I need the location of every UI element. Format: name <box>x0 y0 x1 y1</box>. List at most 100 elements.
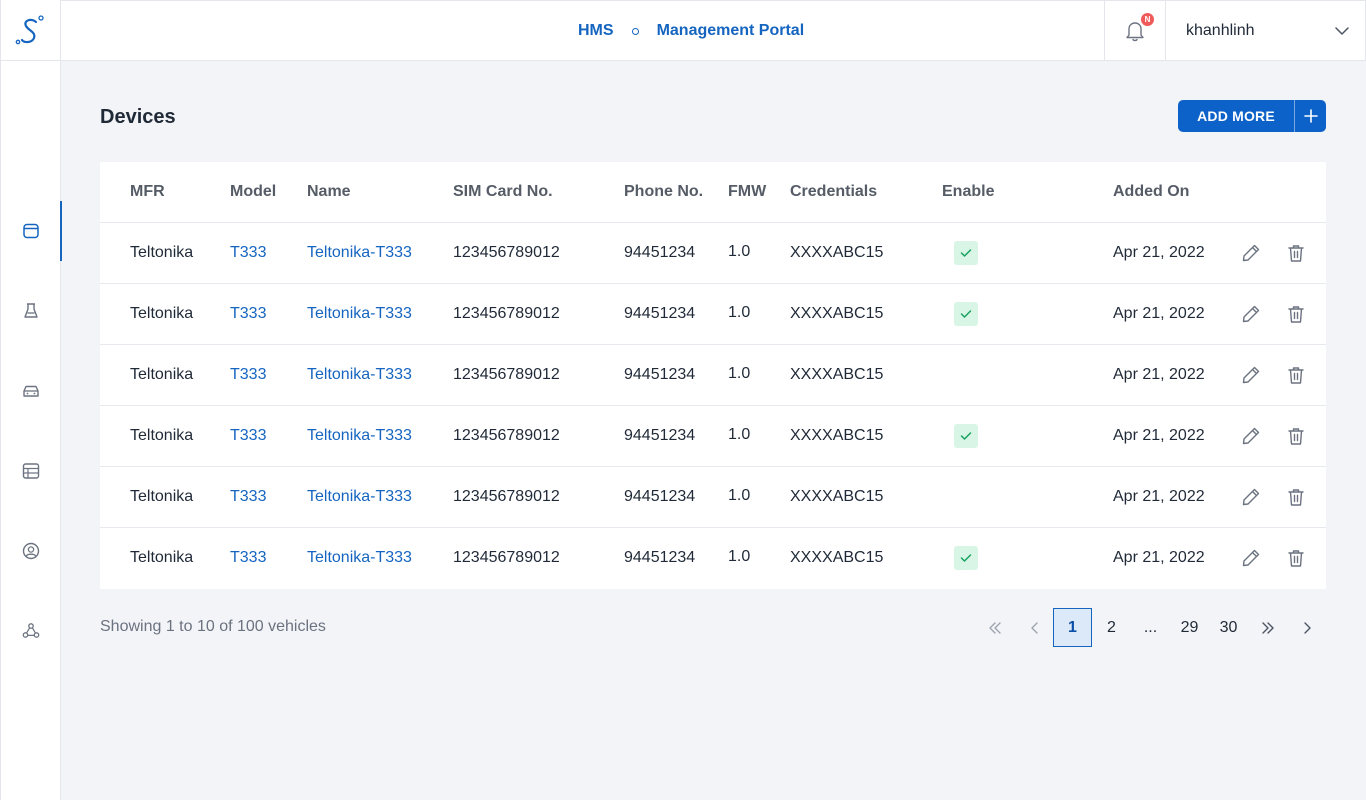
cell-fmw: 1.0 <box>728 365 751 382</box>
edit-button[interactable] <box>1240 467 1262 527</box>
user-circle-icon <box>22 542 40 560</box>
brand-separator <box>631 27 639 35</box>
sidebar <box>0 0 62 800</box>
brand-portal: Management Portal <box>656 22 805 39</box>
delete-button[interactable] <box>1285 528 1307 588</box>
cell-added-on: Apr 21, 2022 <box>1113 427 1205 444</box>
pencil-icon <box>1242 549 1260 567</box>
table-row: Teltonika T333 Teltonika-T333 123456789012 9… <box>100 528 1326 589</box>
model-link[interactable]: T333 <box>230 406 266 466</box>
notification-badge: N <box>1141 13 1154 26</box>
col-enable: Enable <box>942 183 995 200</box>
edit-button[interactable] <box>1240 528 1262 588</box>
prev-page-button[interactable] <box>1020 608 1050 647</box>
nav-devices[interactable] <box>1 201 62 261</box>
cell-credentials: XXXXABC15 <box>790 427 884 444</box>
brand-hms: HMS <box>578 22 614 39</box>
nav-list[interactable] <box>1 441 61 501</box>
page-1[interactable]: 1 <box>1053 608 1092 647</box>
add-more-label: ADD MORE <box>1197 108 1275 124</box>
next-page-button[interactable] <box>1292 608 1322 647</box>
chevron-right-icon <box>1304 621 1311 634</box>
nav-network[interactable] <box>1 601 61 661</box>
table-row: Teltonika T333 Teltonika-T333 123456789012 9… <box>100 406 1326 467</box>
page-ellipsis: ... <box>1143 618 1158 636</box>
top-header: HMS Management Portal N khanhlinh <box>61 0 1366 61</box>
cell-added-on: Apr 21, 2022 <box>1113 305 1205 322</box>
list-icon <box>22 463 40 479</box>
devices-icon <box>23 223 39 239</box>
cell-sim: 123456789012 <box>453 305 560 322</box>
edit-button[interactable] <box>1240 406 1262 466</box>
cell-fmw: 1.0 <box>728 487 751 504</box>
pencil-icon <box>1242 366 1260 384</box>
edit-button[interactable] <box>1240 284 1262 344</box>
cell-credentials: XXXXABC15 <box>790 366 884 383</box>
delete-button[interactable] <box>1285 284 1307 344</box>
col-phone: Phone No. <box>624 183 704 200</box>
cell-added-on: Apr 21, 2022 <box>1113 244 1205 261</box>
table-row: Teltonika T333 Teltonika-T333 123456789012 9… <box>100 467 1326 528</box>
pencil-icon <box>1242 488 1260 506</box>
notifications-button[interactable]: N <box>1104 1 1166 61</box>
add-more-button[interactable]: ADD MORE <box>1178 100 1326 132</box>
cell-added-on: Apr 21, 2022 <box>1113 488 1205 505</box>
model-link[interactable]: T333 <box>230 345 266 405</box>
enabled-checkbox[interactable] <box>954 241 978 265</box>
device-name-link[interactable]: Teltonika-T333 <box>307 223 412 283</box>
cell-sim: 123456789012 <box>453 427 560 444</box>
page-29[interactable]: 29 <box>1173 608 1206 647</box>
check-icon <box>960 432 972 440</box>
cell-phone: 94451234 <box>624 549 696 566</box>
model-link[interactable]: T333 <box>230 467 266 527</box>
enabled-checkbox[interactable] <box>954 302 978 326</box>
cell-credentials: XXXXABC15 <box>790 488 884 505</box>
delete-button[interactable] <box>1285 223 1307 283</box>
beacon-icon <box>24 303 38 318</box>
page-2[interactable]: 2 <box>1096 608 1127 647</box>
cell-credentials: XXXXABC15 <box>790 244 884 261</box>
enabled-checkbox[interactable] <box>954 546 978 570</box>
delete-button[interactable] <box>1285 467 1307 527</box>
chevron-down-icon <box>1335 27 1349 35</box>
page-30[interactable]: 30 <box>1212 608 1245 647</box>
chevron-left-icon <box>1031 621 1038 634</box>
first-page-button[interactable] <box>980 608 1010 647</box>
delete-button[interactable] <box>1285 406 1307 466</box>
cell-mfr: Teltonika <box>130 366 194 383</box>
nav-beacons[interactable] <box>1 281 61 341</box>
edit-button[interactable] <box>1240 223 1262 283</box>
trash-icon <box>1288 428 1304 445</box>
last-page-button[interactable] <box>1253 608 1283 647</box>
model-link[interactable]: T333 <box>230 284 266 344</box>
device-name-link[interactable]: Teltonika-T333 <box>307 467 412 527</box>
cell-fmw: 1.0 <box>728 548 751 565</box>
logo[interactable] <box>1 0 60 61</box>
table-row: Teltonika T333 Teltonika-T333 123456789012 9… <box>100 284 1326 345</box>
user-menu[interactable]: khanhlinh <box>1166 1 1365 61</box>
nav-users[interactable] <box>1 521 61 581</box>
col-added-on: Added On <box>1113 183 1190 200</box>
pencil-icon <box>1242 244 1260 262</box>
col-fmw: FMW <box>728 183 767 200</box>
device-name-link[interactable]: Teltonika-T333 <box>307 528 412 588</box>
model-link[interactable]: T333 <box>230 223 266 283</box>
enable-cell <box>954 528 978 588</box>
cell-mfr: Teltonika <box>130 427 194 444</box>
device-name-link[interactable]: Teltonika-T333 <box>307 345 412 405</box>
devices-table: MFR Model Name SIM Card No. Phone No. FM… <box>100 162 1326 589</box>
model-link[interactable]: T333 <box>230 528 266 588</box>
delete-button[interactable] <box>1285 345 1307 405</box>
cell-phone: 94451234 <box>624 427 696 444</box>
cell-sim: 123456789012 <box>453 488 560 505</box>
enabled-checkbox[interactable] <box>954 424 978 448</box>
device-name-link[interactable]: Teltonika-T333 <box>307 406 412 466</box>
device-name-link[interactable]: Teltonika-T333 <box>307 284 412 344</box>
trash-icon <box>1288 367 1304 384</box>
logo-icon <box>15 15 44 45</box>
cell-added-on: Apr 21, 2022 <box>1113 549 1205 566</box>
nav-vehicles[interactable] <box>1 361 61 421</box>
edit-button[interactable] <box>1240 345 1262 405</box>
cell-sim: 123456789012 <box>453 549 560 566</box>
double-chevron-right-icon <box>1262 621 1274 634</box>
